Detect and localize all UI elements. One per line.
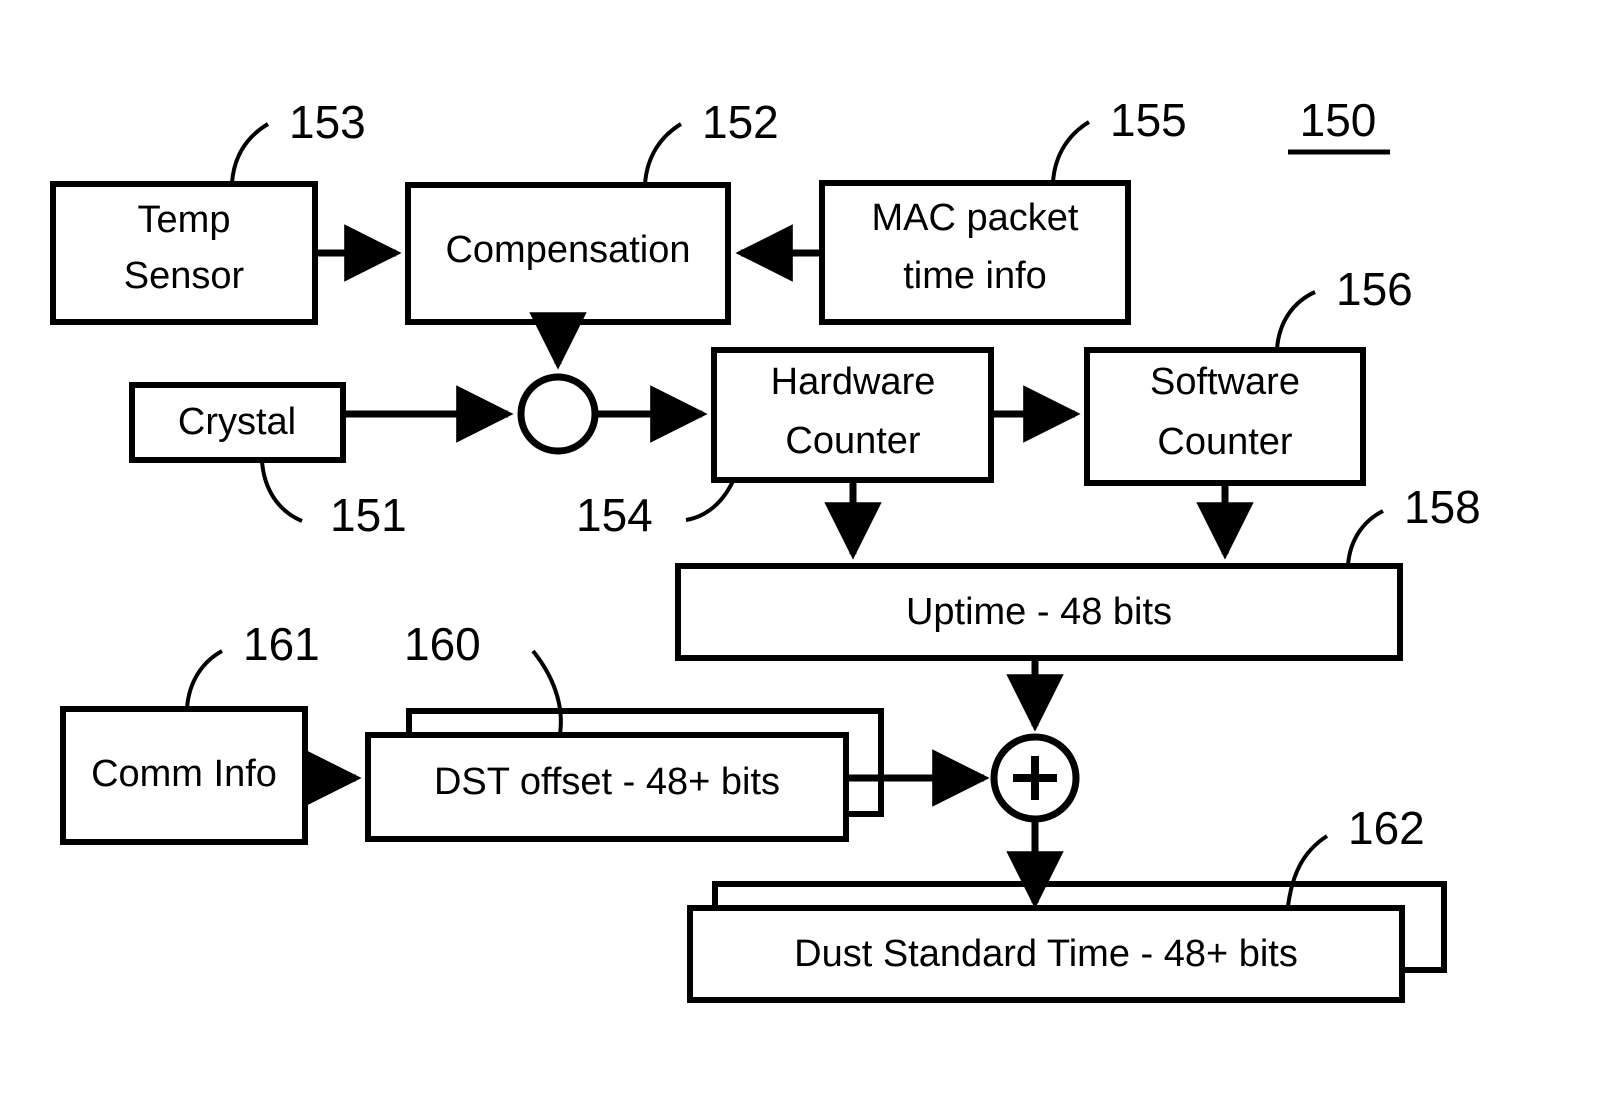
reference-156-text: 156 [1336, 263, 1413, 315]
hardware-counter-label-line2: Counter [785, 420, 921, 462]
block-hardware-counter[interactable]: Hardware Counter [711, 347, 994, 483]
reference-154: 154 [576, 480, 735, 541]
reference-155-text: 155 [1110, 94, 1187, 146]
hardware-counter-label-line1: Hardware [771, 361, 936, 403]
reference-152: 152 [643, 96, 779, 185]
node-adder[interactable] [990, 733, 1080, 823]
summing-junction-circle[interactable] [517, 373, 599, 455]
comm-info-label: Comm Info [91, 753, 277, 795]
reference-152-leader [643, 122, 683, 185]
reference-160-text: 160 [404, 618, 481, 670]
reference-162-text: 162 [1348, 802, 1425, 854]
reference-153: 153 [230, 96, 366, 184]
block-uptime[interactable]: Uptime - 48 bits [675, 563, 1403, 661]
reference-152-text: 152 [702, 96, 779, 148]
compensation-label: Compensation [445, 229, 690, 271]
reference-151-text: 151 [330, 489, 407, 541]
mac-packet-label-line1: MAC packet [872, 197, 1079, 239]
reference-154-leader [685, 480, 735, 522]
reference-158: 158 [1346, 481, 1481, 566]
reference-158-leader [1346, 509, 1384, 566]
block-dust-standard-time[interactable]: Dust Standard Time - 48+ bits [687, 881, 1447, 1003]
reference-153-leader [230, 122, 270, 184]
software-counter-label-line2: Counter [1157, 421, 1293, 463]
reference-151: 151 [260, 460, 407, 541]
node-summing-junction[interactable] [517, 373, 599, 455]
reference-158-text: 158 [1404, 481, 1481, 533]
reference-161-text: 161 [243, 618, 320, 670]
diagram-canvas: 150 Temp Sensor 153 Compensation 152 MAC… [50, 94, 1481, 1003]
software-counter-label-line1: Software [1150, 361, 1300, 403]
reference-156: 156 [1275, 263, 1413, 350]
reference-153-text: 153 [289, 96, 366, 148]
temp-sensor-label-line1: Temp [138, 199, 231, 241]
patent-figure-diagram: 150 Temp Sensor 153 Compensation 152 MAC… [0, 0, 1602, 1095]
block-temp-sensor[interactable]: Temp Sensor [50, 181, 318, 325]
temp-sensor-label-line2: Sensor [124, 255, 245, 297]
mac-packet-label-line2: time info [903, 255, 1047, 297]
figure-number-150: 150 [1288, 94, 1390, 155]
uptime-label: Uptime - 48 bits [906, 591, 1172, 633]
block-software-counter[interactable]: Software Counter [1084, 347, 1366, 486]
reference-155-leader [1051, 120, 1091, 183]
reference-161-leader [185, 649, 223, 709]
block-dst-offset[interactable]: DST offset - 48+ bits [365, 708, 884, 842]
figure-number-text: 150 [1300, 94, 1377, 146]
reference-154-text: 154 [576, 489, 653, 541]
crystal-label: Crystal [178, 401, 296, 443]
reference-155: 155 [1051, 94, 1187, 183]
block-mac-packet-time-info[interactable]: MAC packet time info [819, 180, 1131, 325]
block-crystal[interactable]: Crystal [129, 382, 346, 463]
reference-151-leader [260, 460, 303, 523]
reference-156-leader [1275, 290, 1316, 350]
block-compensation[interactable]: Compensation [405, 182, 731, 325]
reference-161: 161 [185, 618, 320, 709]
dust-standard-time-label: Dust Standard Time - 48+ bits [794, 933, 1298, 975]
dst-offset-label: DST offset - 48+ bits [434, 761, 780, 803]
block-comm-info[interactable]: Comm Info [60, 706, 308, 845]
